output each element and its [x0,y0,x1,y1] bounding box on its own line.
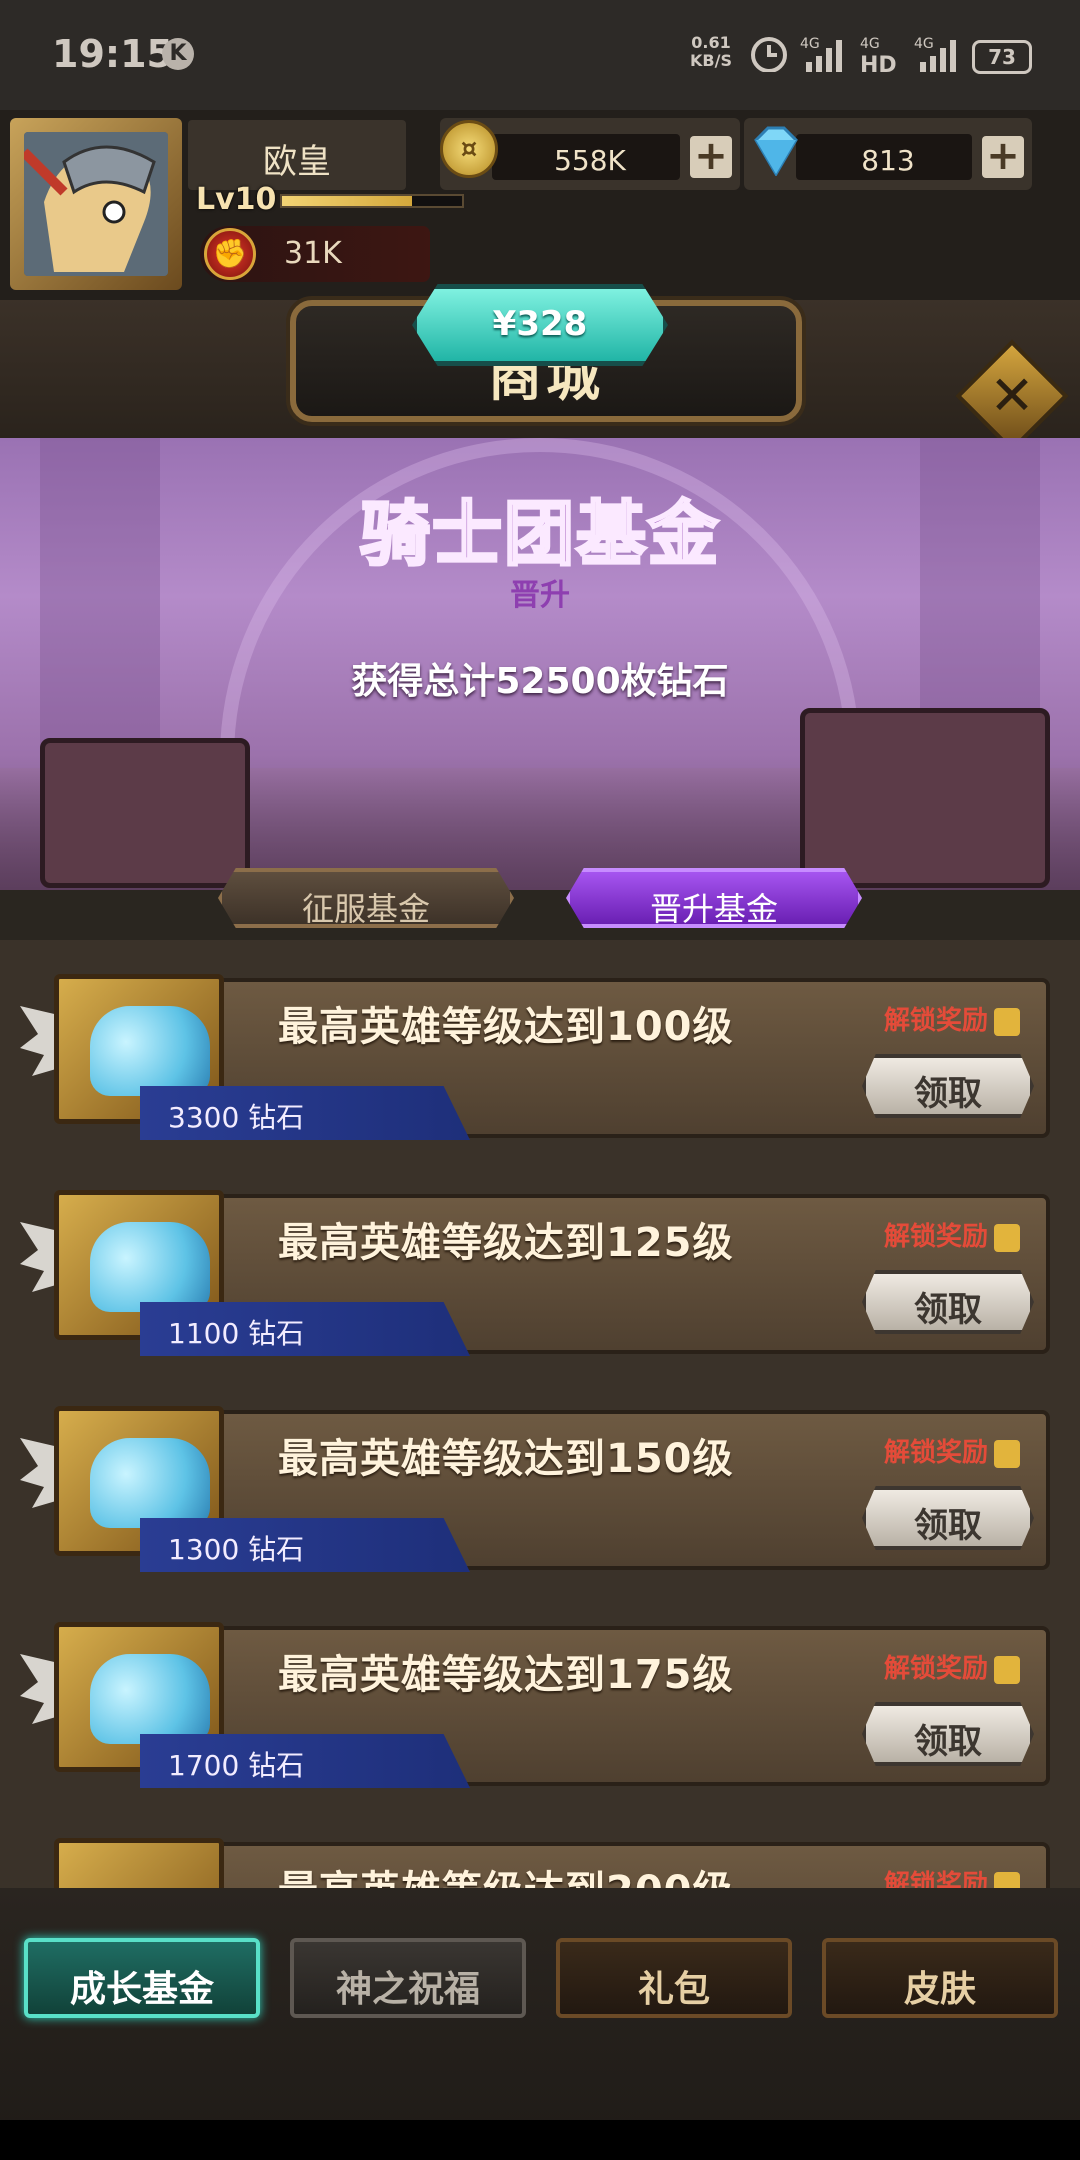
reward-list[interactable]: 3300 钻石 最高英雄等级达到100级 解锁奖励 领取 1100 钻石 最高英… [0,940,1080,1888]
diamond-crate-icon [20,1830,240,1888]
claim-button-label[interactable]: 领取 [862,1498,1034,1547]
tab-conquest-fund-label: 征服基金 [301,890,430,928]
reward-card: 1300 钻石 最高英雄等级达到150级 解锁奖励 领取 [20,1398,1050,1588]
player-level: Lv10 [196,182,277,217]
add-gold-button[interactable]: + [690,136,732,178]
tab-promotion-fund-label: 晋升基金 [649,890,778,928]
diamond-resource: 813 + [744,118,1032,190]
reward-card: 最高英雄等级达到200级 解锁奖励 [20,1830,1050,1888]
fund-tab-row: 征服基金 晋升基金 [0,868,1080,938]
nav-growth-fund-label[interactable]: 成长基金 [24,1960,260,2012]
unlock-label: 解锁奖励 [884,1000,1020,1037]
hd-label: HD [860,53,897,72]
unlock-label-text: 解锁奖励 [883,1006,988,1036]
nav-divine-blessing-label[interactable]: 神之祝福 [290,1960,526,2012]
close-icon[interactable]: ✕ [972,356,1052,436]
reward-amount: 1100 钻石 [168,1317,305,1350]
player-name: 欧皇 [263,142,331,182]
alarm-icon [751,37,787,72]
status-bar: 19:15 K 0.61 KB/S 4G 4G HD 4G 73 [0,0,1080,110]
notification-badge: K [162,38,194,70]
status-time: 19:15 [52,32,173,76]
combat-power-value: 31K [284,236,342,271]
purchase-price[interactable]: ¥328 [412,304,668,344]
system-nav-bar [0,2120,1080,2160]
fund-subtitle: 晋升 [510,578,570,613]
unlock-label: 解锁奖励 [884,1216,1020,1253]
nav-skins-label[interactable]: 皮肤 [822,1960,1058,2012]
lock-icon [994,1007,1020,1036]
network-speed-value: 0.61 [691,33,731,52]
reward-card: 1700 钻石 最高英雄等级达到175级 解锁奖励 领取 [20,1614,1050,1804]
network-speed-unit: KB/S [690,51,732,70]
claim-button-label[interactable]: 领取 [862,1066,1034,1115]
signal2-label: 4G [914,36,934,52]
unlock-label: 解锁奖励 [884,1648,1020,1685]
reward-card: 3300 钻石 最高英雄等级达到100级 解锁奖励 领取 [20,966,1050,1156]
reward-amount: 1300 钻石 [168,1533,305,1566]
signal-icon: 4G [800,36,842,72]
fund-banner: 骑士团基金 晋升 获得总计52500枚钻石 [0,438,1080,890]
reward-title: 最高英雄等级达到100级 [278,1004,734,1050]
reward-title: 最高英雄等级达到200级 [278,1858,734,1888]
unlock-label: 解锁奖励 [884,1432,1020,1469]
claim-button-label[interactable]: 领取 [862,1714,1034,1763]
hd-icon: 4G HD [860,36,897,72]
network-speed: 0.61 KB/S [690,34,732,70]
svg-text:4G: 4G [860,36,880,52]
tab-conquest-fund[interactable]: 征服基金 [218,868,514,928]
crate-box [54,1838,224,1888]
unlock-label: 解锁奖励 [884,1864,1020,1888]
hero-portrait-icon [24,132,168,276]
gold-resource: ¤ 558K + [440,118,740,190]
player-hud: 欧皇 Lv10 ✊ 31K ¤ 558K + 813 + [0,110,1080,300]
signal1-label: 4G [800,36,820,52]
battery-icon: 73 [972,40,1032,74]
gem-pile-icon [90,1654,210,1744]
fund-description: 获得总计52500枚钻石 [351,661,729,702]
reward-amount: 3300 钻石 [168,1101,305,1134]
tab-promotion-fund[interactable]: 晋升基金 [566,868,862,928]
unlock-label-text: 解锁奖励 [883,1222,988,1252]
lock-icon [994,1439,1020,1468]
unlock-label-text: 解锁奖励 [883,1654,988,1684]
fund-title: 骑士团基金 [359,492,720,577]
lock-icon [994,1223,1020,1252]
gem-pile-icon [90,1222,210,1312]
player-name-box: 欧皇 [188,120,406,190]
lock-icon [994,1655,1020,1684]
avatar-image [24,132,168,276]
fist-icon: ✊ [204,228,256,280]
reward-amount: 1700 钻石 [168,1749,305,1782]
reward-title: 最高英雄等级达到125级 [278,1220,734,1266]
reward-card: 1100 钻石 最高英雄等级达到125级 解锁奖励 领取 [20,1182,1050,1372]
signal2-icon: 4G [914,36,956,72]
reward-title: 最高英雄等级达到150级 [278,1436,734,1482]
treasure-chest-right [800,708,1050,888]
add-diamond-button[interactable]: + [982,136,1024,178]
unlock-label-text: 解锁奖励 [883,1438,988,1468]
unlock-label-text: 解锁奖励 [883,1870,988,1888]
xp-bar [280,194,464,208]
nav-gift-pack-label[interactable]: 礼包 [556,1960,792,2012]
xp-bar-fill [282,196,412,206]
combat-power: ✊ 31K [200,226,430,282]
claim-button-label[interactable]: 领取 [862,1282,1034,1331]
gem-pile-icon [90,1438,210,1528]
lock-icon [994,1871,1020,1888]
gem-pile-icon [90,1006,210,1096]
reward-title: 最高英雄等级达到175级 [278,1652,734,1698]
treasure-chest-left [40,738,250,888]
avatar[interactable] [10,118,182,290]
